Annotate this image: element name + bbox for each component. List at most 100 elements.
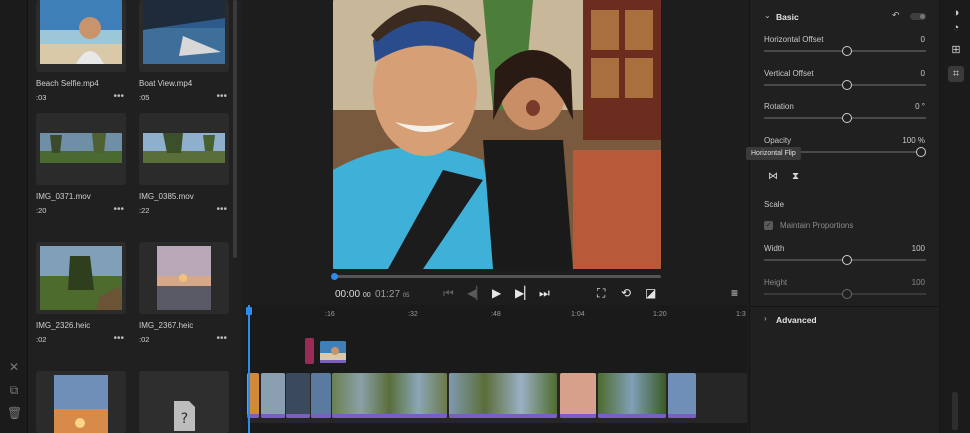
- timeline-clip[interactable]: [598, 373, 666, 418]
- more-options-icon[interactable]: •••: [113, 333, 124, 344]
- audio-marker[interactable]: [305, 338, 314, 364]
- total-time: 01:27: [375, 289, 401, 300]
- more-options-icon[interactable]: •••: [216, 204, 227, 215]
- playhead[interactable]: [246, 305, 252, 433]
- level-meter: [952, 392, 958, 430]
- current-time: 00:00: [335, 289, 361, 300]
- loop-icon[interactable]: ⟲: [621, 286, 631, 300]
- transitions-icon[interactable]: ⊞: [948, 42, 964, 58]
- crop-transform-icon[interactable]: ⌗: [948, 66, 964, 82]
- preview-area: 00:00 00 01:27 05 ⏮ ◀︎▏ ▶ ▶▏ ⏭ ⛶ ⟲ ◪ ≡: [247, 0, 747, 305]
- video-preview[interactable]: [333, 0, 661, 269]
- current-timecode: 00:00 00: [335, 289, 371, 300]
- step-back-icon[interactable]: ◀︎▏: [467, 286, 485, 300]
- maintain-proportions-checkbox[interactable]: ✓: [764, 221, 773, 230]
- fullscreen-icon[interactable]: ⛶: [597, 286, 605, 301]
- thumbnail: [36, 113, 126, 185]
- timeline-clip[interactable]: [286, 373, 310, 418]
- rotation-value[interactable]: 0 °: [915, 102, 925, 111]
- play-icon[interactable]: ▶: [492, 286, 501, 300]
- maintain-proportions-label: Maintain Proportions: [780, 221, 854, 230]
- more-options-icon[interactable]: •••: [113, 204, 124, 215]
- thumbnail: [36, 242, 126, 314]
- horizontal-offset-value[interactable]: 0: [921, 35, 925, 44]
- ruler-tick: 1:20: [653, 311, 667, 318]
- more-options-icon[interactable]: •••: [216, 333, 227, 344]
- opacity-label: Opacity: [764, 136, 792, 145]
- step-forward-icon[interactable]: ▶▏: [515, 286, 533, 300]
- scrubber[interactable]: [331, 273, 661, 280]
- timeline-clip[interactable]: [668, 373, 696, 418]
- tool-rail: ◑ ◔ ⊞ ⌗: [939, 0, 970, 433]
- more-options-icon[interactable]: •••: [113, 91, 124, 102]
- vertical-offset-slider[interactable]: [764, 80, 926, 90]
- thumbnail: [36, 0, 126, 72]
- aspect-icon[interactable]: ◪: [645, 286, 656, 300]
- media-item-img-2326[interactable]: IMG_2326.heic :02 •••: [36, 242, 126, 344]
- scrubber-handle[interactable]: [331, 273, 338, 280]
- flip-horizontal-icon[interactable]: ⋈: [768, 171, 778, 182]
- timeline-clip[interactable]: [560, 373, 596, 418]
- duplicate-icon[interactable]: ⧉: [7, 383, 21, 397]
- ruler-tick: :48: [491, 311, 501, 318]
- timeline-clip[interactable]: [261, 373, 285, 418]
- timeline-clip[interactable]: [332, 373, 447, 418]
- timeline-clip[interactable]: [449, 373, 557, 418]
- media-item-beach-selfie[interactable]: Beach Selfie.mp4 :03 •••: [36, 0, 126, 102]
- color-adjust-icon[interactable]: ◑: [948, 5, 964, 21]
- current-frames: 00: [362, 292, 371, 299]
- media-item-name: IMG_0385.mov: [139, 192, 194, 201]
- ruler-tick: 1:04: [571, 311, 585, 318]
- media-item-img-0371[interactable]: IMG_0371.mov :20 •••: [36, 113, 126, 215]
- vertical-offset-value[interactable]: 0: [921, 69, 925, 78]
- width-value[interactable]: 100: [912, 244, 925, 253]
- slider-handle[interactable]: [842, 255, 852, 265]
- trash-icon[interactable]: 🗑: [7, 406, 22, 420]
- height-label: Height: [764, 278, 788, 287]
- height-value[interactable]: 100: [912, 278, 925, 287]
- reset-icon[interactable]: ↶: [892, 10, 900, 21]
- properties-panel: ⌄ Basic ↶ Horizontal Offset 0 Vertical O…: [746, 0, 940, 433]
- slider-handle[interactable]: [842, 46, 852, 56]
- close-icon[interactable]: ✕: [7, 360, 21, 374]
- divider: [750, 306, 940, 307]
- skip-to-start-icon[interactable]: ⏮: [443, 286, 454, 301]
- total-frames: 05: [402, 293, 410, 299]
- rotation-slider[interactable]: [764, 113, 926, 123]
- main-track[interactable]: [247, 373, 747, 423]
- tooltip: Horizontal Flip: [746, 147, 801, 160]
- flip-vertical-icon[interactable]: ⧗: [792, 171, 799, 182]
- slider-handle[interactable]: [842, 113, 852, 123]
- speed-icon[interactable]: ◔: [948, 20, 964, 36]
- media-item-unknown[interactable]: ?: [139, 371, 229, 433]
- section-toggle[interactable]: [910, 13, 926, 20]
- media-item-name: IMG_2326.heic: [36, 321, 91, 330]
- timeline-ruler[interactable]: :16 :32 :48 1:04 1:20 1:3: [247, 305, 747, 327]
- menu-icon[interactable]: ≡: [731, 286, 738, 300]
- chevron-down-icon[interactable]: ⌄: [764, 11, 771, 20]
- basic-section-title[interactable]: Basic: [776, 12, 799, 22]
- media-item-img-2367[interactable]: IMG_2367.heic :02 •••: [139, 242, 229, 344]
- thumbnail: ?: [139, 371, 229, 433]
- slider-handle[interactable]: [916, 147, 926, 157]
- media-item-img-0385[interactable]: IMG_0385.mov :22 •••: [139, 113, 229, 215]
- width-slider[interactable]: [764, 255, 926, 265]
- horizontal-offset-label: Horizontal Offset: [764, 35, 824, 44]
- ruler-tick: 1:3: [736, 311, 746, 318]
- media-scrollbar[interactable]: [233, 0, 237, 258]
- media-item-sunset[interactable]: [36, 371, 126, 433]
- ruler-tick: :16: [325, 311, 335, 318]
- media-item-name: IMG_0371.mov: [36, 192, 91, 201]
- opacity-value[interactable]: 100 %: [902, 136, 925, 145]
- skip-to-end-icon[interactable]: ⏭: [539, 286, 550, 301]
- slider-handle[interactable]: [842, 80, 852, 90]
- horizontal-offset-slider[interactable]: [764, 46, 926, 56]
- more-options-icon[interactable]: •••: [216, 91, 227, 102]
- overlay-clip[interactable]: [320, 341, 346, 363]
- timeline-clip[interactable]: [311, 373, 331, 418]
- timeline[interactable]: :16 :32 :48 1:04 1:20 1:3: [246, 305, 747, 433]
- advanced-section-title[interactable]: Advanced: [776, 315, 817, 325]
- media-item-boat-view[interactable]: Boat View.mp4 :05 •••: [139, 0, 229, 102]
- chevron-right-icon[interactable]: ›: [764, 314, 767, 323]
- thumbnail: [36, 371, 126, 433]
